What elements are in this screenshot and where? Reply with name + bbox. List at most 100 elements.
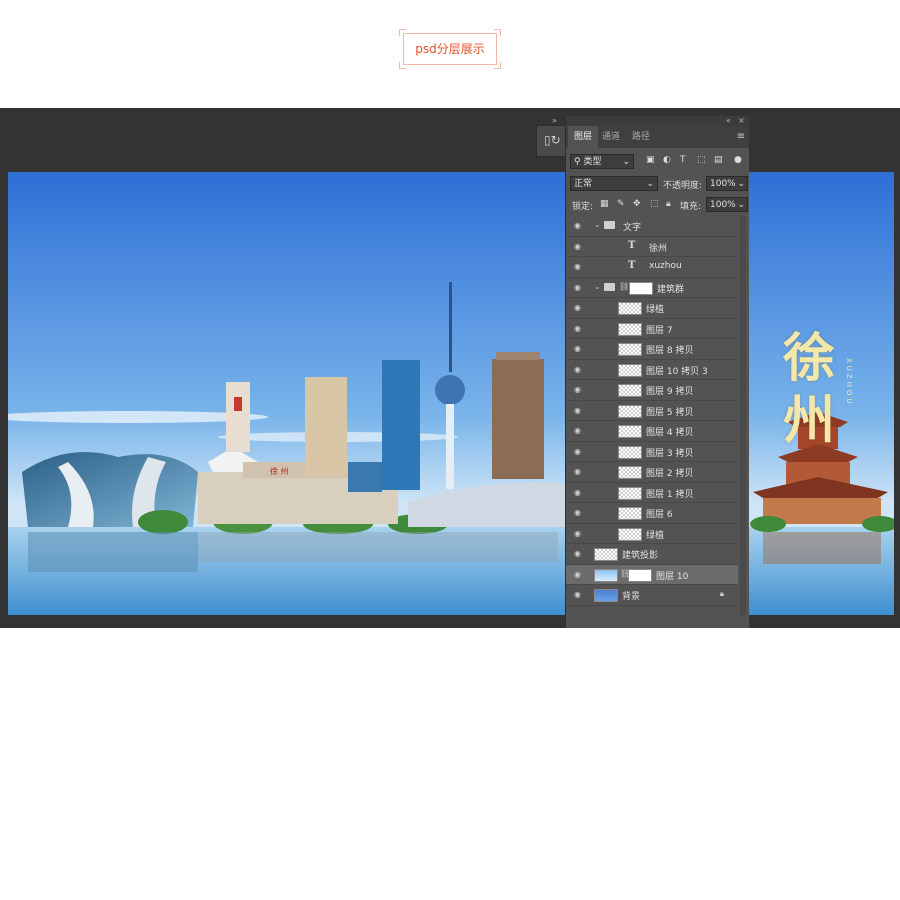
layer-row[interactable]: ◉ ⌄ ⛓ 建筑群 xyxy=(566,278,738,298)
layer-row[interactable]: ◉ Txuzhou xyxy=(566,257,738,278)
collapse-icon[interactable]: « xyxy=(726,116,731,125)
layer-row[interactable]: ◉ ⌄ 文字 xyxy=(566,216,738,237)
layer-name[interactable]: 图层 8 拷贝 xyxy=(646,343,693,356)
layer-name[interactable]: 图层 1 拷贝 xyxy=(646,487,693,500)
layer-thumbnail[interactable] xyxy=(594,589,618,602)
lock-position-icon[interactable]: ✥ xyxy=(633,199,641,209)
layer-row[interactable]: ◉ 图层 9 拷贝 xyxy=(566,380,738,401)
visibility-eye-icon[interactable]: ◉ xyxy=(574,447,581,456)
mask-thumbnail[interactable] xyxy=(628,568,652,582)
layer-thumbnail[interactable] xyxy=(594,548,618,561)
layer-name[interactable]: 图层 3 拷贝 xyxy=(646,446,693,459)
lock-all-icon[interactable]: 🔒︎ xyxy=(666,199,671,209)
layer-name[interactable]: 绿植 xyxy=(646,528,664,541)
layer-row[interactable]: ◉ 图层 10 拷贝 3 xyxy=(566,360,738,380)
layer-name[interactable]: 图层 10 xyxy=(656,569,688,582)
collapsed-history-panel[interactable]: ▯↻ xyxy=(536,125,566,157)
visibility-eye-icon[interactable]: ◉ xyxy=(574,488,581,497)
visibility-eye-icon[interactable]: ◉ xyxy=(574,303,581,312)
layer-name[interactable]: 建筑投影 xyxy=(622,548,658,561)
layer-row[interactable]: ◉ ⛓ 图层 10 xyxy=(566,564,738,585)
layer-name[interactable]: 文字 xyxy=(623,220,641,233)
layer-row[interactable]: ◉ 图层 3 拷贝 xyxy=(566,442,738,462)
layer-row[interactable]: ◉ 绿植 xyxy=(566,298,738,319)
visibility-eye-icon[interactable]: ◉ xyxy=(574,508,581,517)
visibility-eye-icon[interactable]: ◉ xyxy=(574,590,581,599)
layer-thumbnail[interactable] xyxy=(618,486,642,500)
layer-thumbnail[interactable] xyxy=(618,302,642,315)
expand-panels-icon[interactable]: » xyxy=(552,116,557,125)
layer-thumbnail[interactable] xyxy=(618,343,642,356)
visibility-eye-icon[interactable]: ◉ xyxy=(574,426,581,435)
visibility-eye-icon[interactable]: ◉ xyxy=(574,221,581,230)
visibility-eye-icon[interactable]: ◉ xyxy=(574,365,581,374)
group-expand-icon[interactable]: ⌄ xyxy=(594,282,601,291)
layer-name[interactable]: 图层 6 xyxy=(646,507,673,520)
layer-thumbnail[interactable] xyxy=(618,445,642,459)
layer-name[interactable]: 绿植 xyxy=(646,302,664,315)
layer-row[interactable]: ◉ 图层 1 拷贝 xyxy=(566,483,738,503)
history-icon[interactable]: ▯↻ xyxy=(544,133,561,147)
lock-pixels-icon[interactable]: ✎ xyxy=(617,199,625,209)
tab-paths[interactable]: 路径 xyxy=(626,126,656,148)
layer-thumbnail[interactable] xyxy=(618,507,642,520)
visibility-eye-icon[interactable]: ◉ xyxy=(574,529,581,538)
smart-object-filter-icon[interactable]: ▤ xyxy=(714,155,723,165)
visibility-eye-icon[interactable]: ◉ xyxy=(574,549,581,558)
mask-link-icon[interactable]: ⛓ xyxy=(619,282,629,291)
type-filter-icon[interactable]: T xyxy=(680,155,686,165)
blend-mode-select[interactable]: 正常 ⌄ xyxy=(570,176,658,191)
tab-layers[interactable]: 图层 xyxy=(568,126,599,148)
layer-name[interactable]: 图层 10 拷贝 3 xyxy=(646,364,708,377)
layer-row[interactable]: ◉ 绿植 xyxy=(566,524,738,544)
layer-row[interactable]: ◉ T 徐州 xyxy=(566,237,738,257)
layer-name[interactable]: 图层 9 拷贝 xyxy=(646,384,693,397)
layer-name[interactable]: 建筑群 xyxy=(657,282,684,295)
layer-thumbnail[interactable] xyxy=(618,466,642,479)
lock-artboard-icon[interactable]: ⬚ xyxy=(650,199,659,209)
visibility-eye-icon[interactable]: ◉ xyxy=(574,242,581,251)
visibility-eye-icon[interactable]: ◉ xyxy=(574,406,581,415)
layer-thumbnail[interactable] xyxy=(618,322,642,336)
layer-row[interactable]: ◉ 图层 8 拷贝 xyxy=(566,339,738,360)
pixel-filter-icon[interactable]: ▣ xyxy=(646,155,655,165)
group-expand-icon[interactable]: ⌄ xyxy=(594,220,601,229)
visibility-eye-icon[interactable]: ◉ xyxy=(574,344,581,353)
layer-list-scrollbar[interactable] xyxy=(740,216,746,616)
lock-transparent-icon[interactable]: ▦ xyxy=(600,199,609,209)
panel-menu-icon[interactable]: ≡ xyxy=(737,131,745,142)
layer-name[interactable]: 图层 7 xyxy=(646,323,673,336)
close-icon[interactable]: × xyxy=(738,116,745,125)
layer-name[interactable]: 背景 xyxy=(622,589,640,602)
visibility-eye-icon[interactable]: ◉ xyxy=(574,467,581,476)
visibility-eye-icon[interactable]: ◉ xyxy=(574,262,581,271)
layer-row[interactable]: ◉ 图层 4 拷贝 xyxy=(566,421,738,442)
layer-thumbnail[interactable] xyxy=(618,425,642,438)
adjustment-filter-icon[interactable]: ◐ xyxy=(663,155,671,165)
layer-name[interactable]: xuzhou xyxy=(649,261,682,271)
filter-toggle-icon[interactable]: ● xyxy=(734,155,742,165)
layer-row[interactable]: ◉ 背景 🔒︎ xyxy=(566,585,738,606)
shape-filter-icon[interactable]: ⬚ xyxy=(697,155,706,165)
tab-channels[interactable]: 通道 xyxy=(596,126,626,148)
layer-row[interactable]: ◉ 建筑投影 xyxy=(566,544,738,565)
layer-thumbnail[interactable] xyxy=(618,384,642,397)
layer-row[interactable]: ◉ 图层 7 xyxy=(566,319,738,339)
visibility-eye-icon[interactable]: ◉ xyxy=(574,283,581,292)
mask-thumbnail[interactable] xyxy=(629,281,653,295)
layer-name[interactable]: 图层 4 拷贝 xyxy=(646,425,693,438)
layer-thumbnail[interactable] xyxy=(618,363,642,377)
visibility-eye-icon[interactable]: ◉ xyxy=(574,385,581,394)
filter-kind-select[interactable]: ⚲ 类型 ⌄ xyxy=(570,154,634,169)
opacity-field[interactable]: 100% ⌄ xyxy=(706,176,748,191)
layer-thumbnail[interactable] xyxy=(594,568,618,582)
layer-row[interactable]: ◉ 图层 6 xyxy=(566,503,738,524)
layer-name[interactable]: 徐州 xyxy=(649,241,667,254)
fill-field[interactable]: 100% ⌄ xyxy=(706,197,748,212)
layer-name[interactable]: 图层 5 拷贝 xyxy=(646,405,693,418)
layer-thumbnail[interactable] xyxy=(618,404,642,418)
layer-row[interactable]: ◉ 图层 2 拷贝 xyxy=(566,462,738,483)
layer-name[interactable]: 图层 2 拷贝 xyxy=(646,466,693,479)
layer-row[interactable]: ◉ 图层 5 拷贝 xyxy=(566,401,738,421)
layer-thumbnail[interactable] xyxy=(618,527,642,541)
